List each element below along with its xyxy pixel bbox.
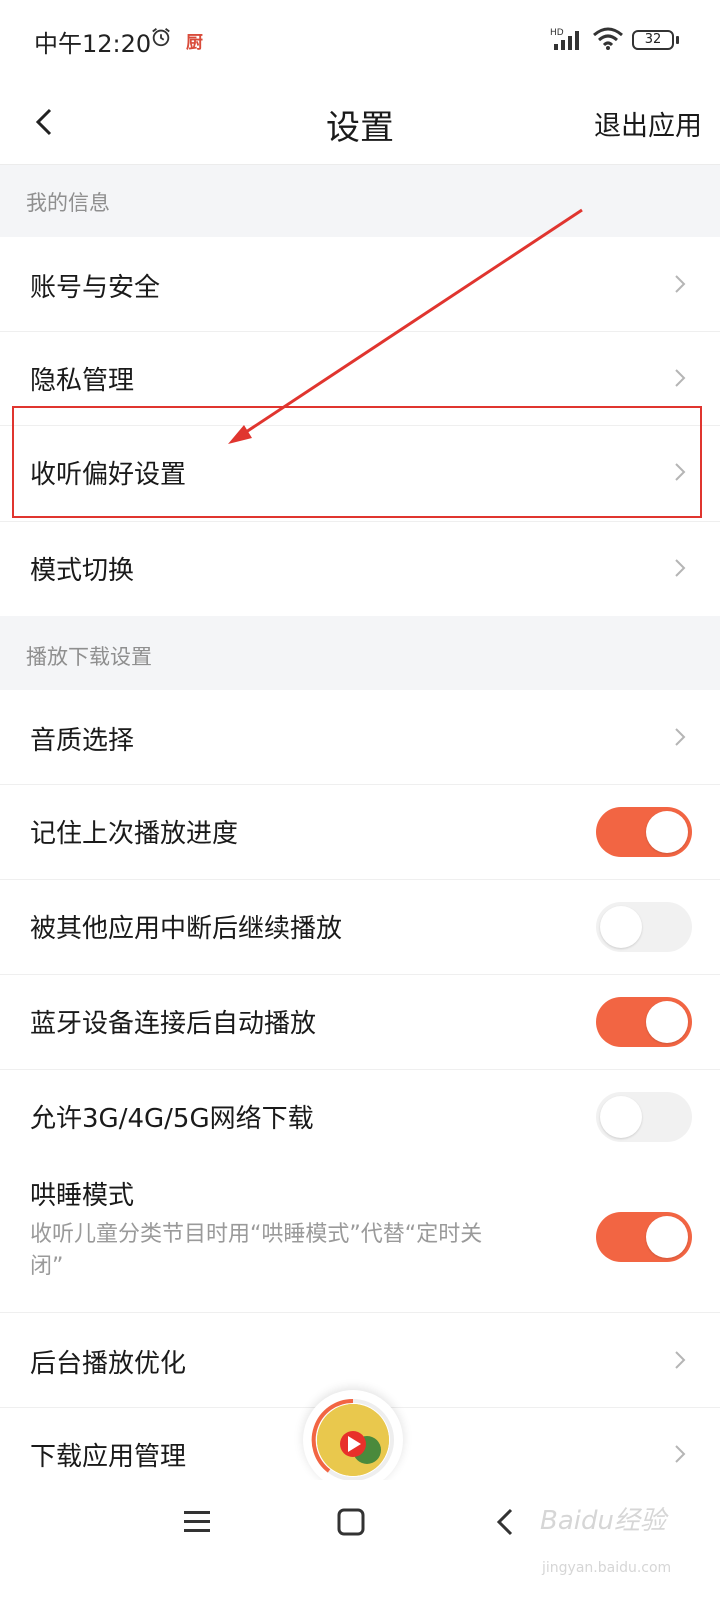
menu-icon[interactable] <box>184 1508 212 1536</box>
chevron-right-icon <box>675 728 686 746</box>
bluetooth-autoplay-toggle[interactable] <box>596 997 692 1047</box>
row-label: 允许3G/4G/5G网络下载 <box>30 1104 314 1134</box>
row-label: 被其他应用中断后继续播放 <box>30 914 343 944</box>
back-icon[interactable] <box>493 1508 521 1536</box>
toggle-knob <box>600 1096 642 1138</box>
home-icon[interactable] <box>337 1508 365 1536</box>
section-playback-download: 播放下载设置 <box>0 616 720 690</box>
chevron-right-icon <box>675 1351 686 1369</box>
watermark-url: jingyan.baidu.com <box>542 1560 672 1576</box>
row-label: 后台播放优化 <box>30 1349 187 1379</box>
row-label: 音质选择 <box>30 726 135 756</box>
row-label: 蓝牙设备连接后自动播放 <box>30 1009 317 1039</box>
toggle-knob <box>600 906 642 948</box>
section-label: 播放下载设置 <box>26 645 152 669</box>
row-sleep-mode: 哄睡模式 收听儿童分类节目时用“哄睡模式”代替“定时关闭” <box>0 1165 720 1313</box>
allow-mobile-download-toggle[interactable] <box>596 1092 692 1142</box>
row-resume-after-interrupt: 被其他应用中断后继续播放 <box>0 880 720 975</box>
resume-after-interrupt-toggle[interactable] <box>596 902 692 952</box>
toggle-knob <box>646 1216 688 1258</box>
row-audio-quality[interactable]: 音质选择 <box>0 690 720 785</box>
sleep-mode-toggle[interactable] <box>596 1212 692 1262</box>
row-label: 记住上次播放进度 <box>30 819 239 849</box>
mini-player[interactable] <box>303 1390 403 1490</box>
row-remember-progress: 记住上次播放进度 <box>0 785 720 880</box>
annotation-arrow-icon <box>228 208 583 444</box>
remember-progress-toggle[interactable] <box>596 807 692 857</box>
watermark: Baidu经验 <box>540 1506 666 1536</box>
row-allow-mobile-download: 允许3G/4G/5G网络下载 <box>0 1070 720 1165</box>
system-navigation-bar <box>0 1480 720 1600</box>
row-bluetooth-autoplay: 蓝牙设备连接后自动播放 <box>0 975 720 1070</box>
sleep-mode-description: 收听儿童分类节目时用“哄睡模式”代替“定时关闭” <box>30 1222 483 1279</box>
play-icon <box>317 1404 389 1476</box>
toggle-knob <box>646 811 688 853</box>
album-cover <box>317 1404 389 1476</box>
row-label: 下载应用管理 <box>30 1442 187 1472</box>
row-label: 哄睡模式 <box>30 1181 135 1211</box>
chevron-right-icon <box>675 1445 686 1463</box>
toggle-knob <box>646 1001 688 1043</box>
